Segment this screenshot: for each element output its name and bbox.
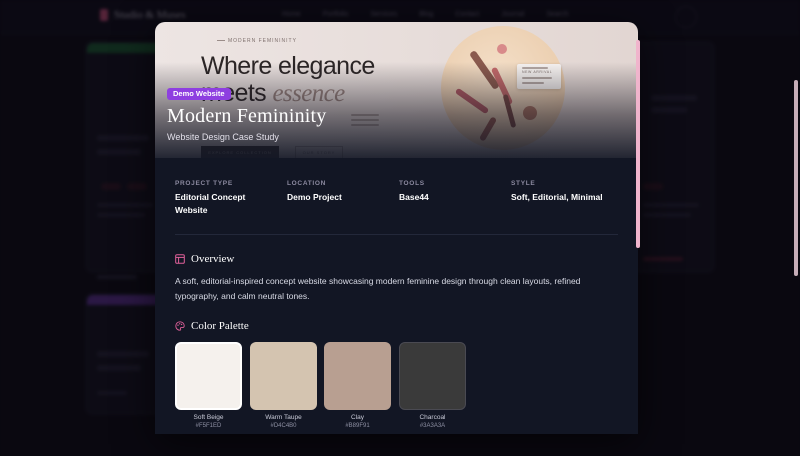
swatch-hex: #F5F1ED	[195, 423, 222, 429]
meta-value: Editorial Concept Website	[175, 192, 246, 215]
swatch-soft-beige[interactable]	[175, 342, 242, 410]
hero-tag: MODERN FEMININITY	[217, 38, 297, 44]
meta-value: Base44	[399, 192, 429, 202]
project-title: Modern Femininity	[167, 105, 327, 127]
meta-label: STYLE	[511, 180, 536, 187]
meta-value: Demo Project	[287, 192, 342, 202]
demo-website-badge: Demo Website	[167, 88, 231, 100]
layout-icon	[175, 254, 185, 264]
swatch-hex: #3A3A3A	[419, 423, 446, 429]
overview-text: A soft, editorial-inspired concept websi…	[175, 276, 581, 301]
compact-shape	[497, 44, 507, 54]
overview-title: Overview	[191, 253, 235, 265]
page-scrollbar[interactable]	[794, 80, 798, 276]
section-divider	[175, 234, 618, 235]
hero-image: MODERN FEMININITY Where elegance meets e…	[155, 22, 638, 158]
project-subtitle: Website Design Case Study	[167, 132, 279, 142]
swatch-hex: #B89F91	[345, 423, 370, 429]
swatch-hex: #D4C4B0	[270, 423, 297, 429]
swatch-clay[interactable]	[324, 342, 391, 410]
meta-tools: TOOLS Base44	[399, 180, 504, 204]
case-study-modal: MODERN FEMININITY Where elegance meets e…	[155, 22, 638, 434]
swatch-name: Clay	[350, 414, 364, 421]
meta-label: TOOLS	[399, 180, 425, 187]
meta-label: LOCATION	[287, 180, 327, 187]
palette-title: Color Palette	[191, 320, 249, 332]
meta-project-type: PROJECT TYPE Editorial Concept Website	[175, 180, 280, 217]
palette-heading: Color Palette	[175, 320, 249, 332]
meta-location: LOCATION Demo Project	[287, 180, 392, 204]
meta-label: PROJECT TYPE	[175, 180, 233, 187]
project-meta: PROJECT TYPE Editorial Concept Website L…	[175, 180, 620, 230]
meta-style: STYLE Soft, Editorial, Minimal	[511, 180, 623, 204]
swatch-name: Soft Beige	[193, 414, 224, 421]
meta-value: Soft, Editorial, Minimal	[511, 192, 603, 202]
swatch-warm-taupe[interactable]	[250, 342, 317, 410]
palette-icon	[175, 321, 185, 331]
swatch-name: Warm Taupe	[265, 414, 302, 421]
overview-heading: Overview	[175, 253, 234, 265]
swatch-charcoal[interactable]	[399, 342, 466, 410]
swatch-name: Charcoal	[419, 414, 446, 421]
modal-scrollbar[interactable]	[636, 40, 640, 248]
